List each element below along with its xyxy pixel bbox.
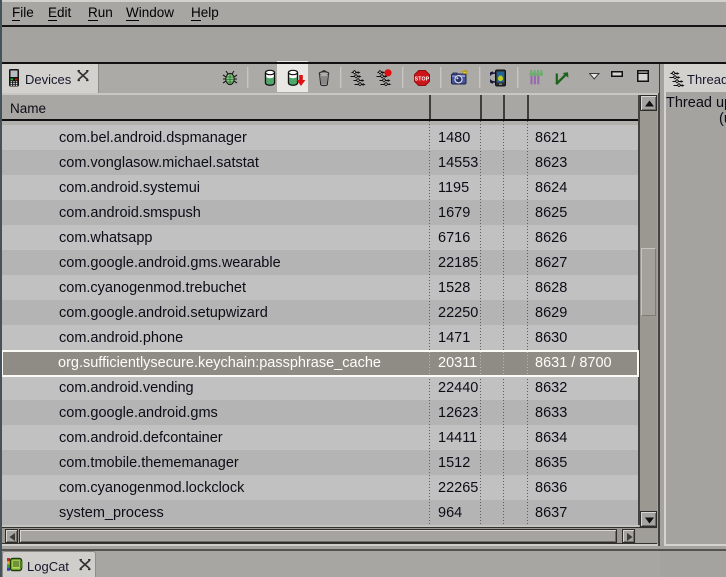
- svg-text:STOP: STOP: [415, 76, 430, 82]
